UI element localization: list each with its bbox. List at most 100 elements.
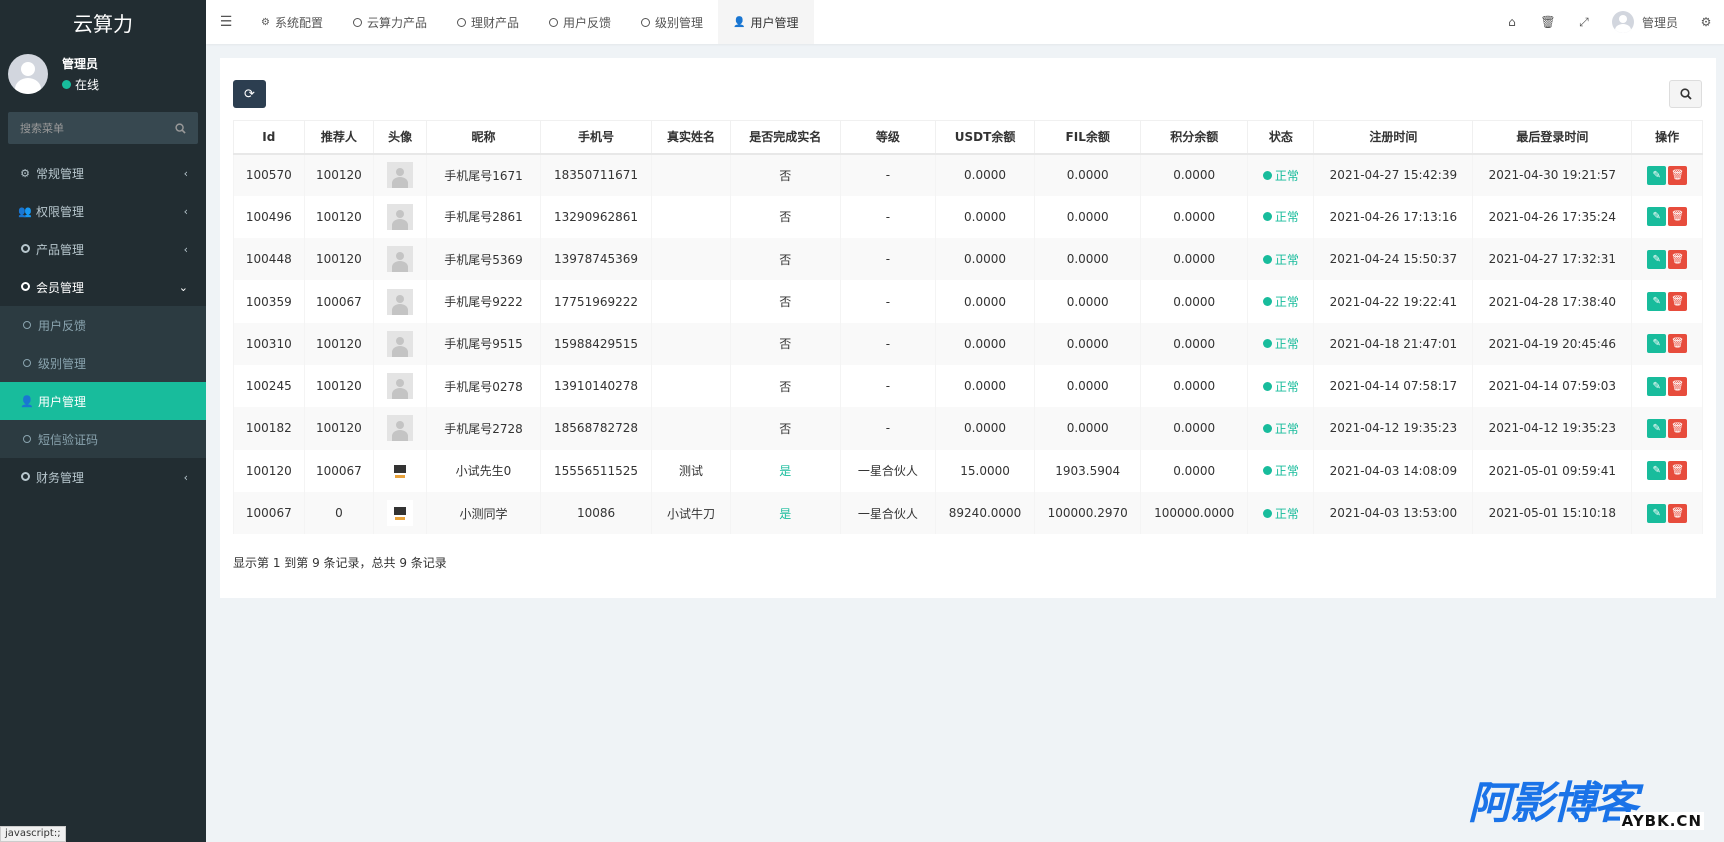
- tab-cloud-product[interactable]: 云算力产品: [338, 0, 442, 44]
- user-avatar-thumb[interactable]: [387, 330, 414, 357]
- edit-button[interactable]: ✎: [1647, 207, 1667, 227]
- tab-level[interactable]: 级别管理: [626, 0, 718, 44]
- column-header[interactable]: Id: [233, 120, 305, 155]
- sidebar-item-finance[interactable]: 财务管理 ‹: [0, 458, 206, 496]
- cell-usdt: 89240.0000: [934, 491, 1036, 535]
- user-avatar-thumb[interactable]: [387, 373, 414, 400]
- delete-button[interactable]: 🗑: [1668, 461, 1688, 481]
- edit-button[interactable]: ✎: [1647, 334, 1667, 354]
- column-header[interactable]: 真实姓名: [651, 120, 731, 155]
- delete-button[interactable]: 🗑: [1668, 334, 1688, 354]
- cell-points: 100000.0000: [1140, 491, 1249, 535]
- cell-last: 2021-04-12 19:35:23: [1472, 407, 1633, 450]
- cell-real: [651, 280, 731, 323]
- status-dot-icon: [1262, 381, 1272, 391]
- status-dot-icon: [1262, 212, 1272, 222]
- user-avatar-thumb[interactable]: [387, 246, 414, 273]
- tab-system-config[interactable]: ⚙ 系统配置: [246, 0, 338, 44]
- sidebar-item-users[interactable]: 👤 用户管理: [0, 382, 206, 420]
- cell-reg: 2021-04-24 15:50:37: [1313, 238, 1474, 281]
- sidebar-item-member[interactable]: 会员管理 ⌄: [0, 268, 206, 306]
- column-header[interactable]: 注册时间: [1313, 120, 1474, 155]
- column-header[interactable]: 状态: [1247, 120, 1315, 155]
- sidebar-item-auth[interactable]: 👥 权限管理 ‹: [0, 192, 206, 230]
- cogs-icon[interactable]: ⚙: [1688, 0, 1724, 44]
- cell-avatar: [373, 407, 428, 450]
- cell-verified: 否: [729, 280, 841, 323]
- user-name: 管理员: [62, 57, 99, 71]
- fullscreen-icon[interactable]: ⤢: [1566, 0, 1602, 44]
- cell-usdt: 0.0000: [934, 238, 1036, 281]
- column-header[interactable]: 手机号: [539, 120, 653, 155]
- edit-button[interactable]: ✎: [1647, 292, 1667, 312]
- users-table: Id 推荐人 头像 昵称 手机号 真实姓名 是否完成实名 等级 USDT余额 FIL余额 积分余额状…: [233, 120, 1703, 535]
- user-avatar-thumb[interactable]: [387, 203, 414, 230]
- sidebar-item-feedback[interactable]: 用户反馈: [0, 306, 206, 344]
- edit-button[interactable]: ✎: [1647, 249, 1667, 269]
- cell-real: 测试: [651, 449, 731, 492]
- column-header[interactable]: USDT余额: [934, 120, 1036, 155]
- user-avatar-thumb[interactable]: [387, 500, 414, 527]
- sidebar-item-product[interactable]: 产品管理 ‹: [0, 230, 206, 268]
- cell-avatar: [373, 280, 428, 323]
- column-header[interactable]: 昵称: [426, 120, 541, 155]
- delete-button[interactable]: 🗑: [1668, 165, 1688, 185]
- sidebar-item-general[interactable]: ⚙ 常规管理 ‹: [0, 154, 206, 192]
- cell-actions: ✎ 🗑: [1631, 195, 1703, 239]
- top-navbar: ☰ ⚙ 系统配置 云算力产品 理财产品 用户反馈 级别管理 👤 用户管理 ⌂ 🗑…: [206, 0, 1724, 44]
- cell-fil: 0.0000: [1034, 195, 1142, 239]
- cell-real: [651, 153, 731, 196]
- home-icon[interactable]: ⌂: [1494, 0, 1530, 44]
- tab-finance-product[interactable]: 理财产品: [442, 0, 534, 44]
- sidebar-item-level[interactable]: 级别管理: [0, 344, 206, 382]
- column-header[interactable]: 是否完成实名: [729, 120, 841, 155]
- tab-users[interactable]: 👤 用户管理: [718, 0, 814, 44]
- user-avatar-thumb[interactable]: [387, 415, 414, 442]
- trash-icon[interactable]: 🗑: [1530, 0, 1566, 44]
- column-header[interactable]: 推荐人: [303, 120, 375, 155]
- tab-feedback[interactable]: 用户反馈: [534, 0, 626, 44]
- cell-points: 0.0000: [1140, 449, 1249, 492]
- column-header[interactable]: 等级: [839, 120, 936, 155]
- cell-status: 正常: [1247, 322, 1315, 365]
- menu-toggle-icon[interactable]: ☰: [206, 0, 246, 44]
- cell-points: 0.0000: [1140, 364, 1249, 408]
- column-header[interactable]: 最后登录时间: [1472, 120, 1633, 155]
- status-badge: 正常: [1262, 293, 1299, 310]
- column-header[interactable]: 操作: [1631, 120, 1703, 155]
- delete-button[interactable]: 🗑: [1668, 292, 1688, 312]
- user-avatar-thumb[interactable]: [387, 457, 414, 484]
- delete-button[interactable]: 🗑: [1668, 418, 1688, 438]
- edit-button[interactable]: ✎: [1647, 461, 1667, 481]
- circle-icon: [352, 17, 362, 27]
- app-logo[interactable]: 云算力: [0, 0, 206, 44]
- gear-icon: ⚙: [261, 16, 270, 28]
- admin-user-menu[interactable]: 管理员: [1602, 11, 1688, 33]
- edit-button[interactable]: ✎: [1647, 418, 1667, 438]
- pencil-icon: ✎: [1652, 169, 1661, 181]
- cell-id: 100067: [233, 491, 305, 535]
- edit-button[interactable]: ✎: [1647, 376, 1667, 396]
- column-header[interactable]: 头像: [373, 120, 428, 155]
- delete-button[interactable]: 🗑: [1668, 376, 1688, 396]
- refresh-button[interactable]: ⟳: [233, 80, 266, 108]
- cell-last: 2021-05-01 09:59:41: [1472, 449, 1633, 492]
- status-badge: 正常: [1262, 505, 1299, 522]
- column-header[interactable]: FIL余额: [1034, 120, 1142, 155]
- table-search-button[interactable]: [1669, 80, 1702, 108]
- edit-button[interactable]: ✎: [1647, 503, 1667, 523]
- menu-search-input[interactable]: [20, 121, 160, 135]
- cell-level: -: [839, 364, 936, 408]
- delete-button[interactable]: 🗑: [1668, 207, 1688, 227]
- cell-actions: ✎ 🗑: [1631, 449, 1703, 492]
- edit-button[interactable]: ✎: [1647, 165, 1667, 185]
- cell-last: 2021-04-27 17:32:31: [1472, 238, 1633, 281]
- user-avatar-thumb[interactable]: [387, 162, 414, 189]
- delete-button[interactable]: 🗑: [1668, 503, 1688, 523]
- column-header[interactable]: 积分余额: [1140, 120, 1249, 155]
- delete-button[interactable]: 🗑: [1668, 249, 1688, 269]
- status-badge: 正常: [1262, 335, 1299, 352]
- sidebar-item-sms[interactable]: 短信验证码: [0, 420, 206, 458]
- search-icon[interactable]: [175, 122, 186, 134]
- user-avatar-thumb[interactable]: [387, 288, 414, 315]
